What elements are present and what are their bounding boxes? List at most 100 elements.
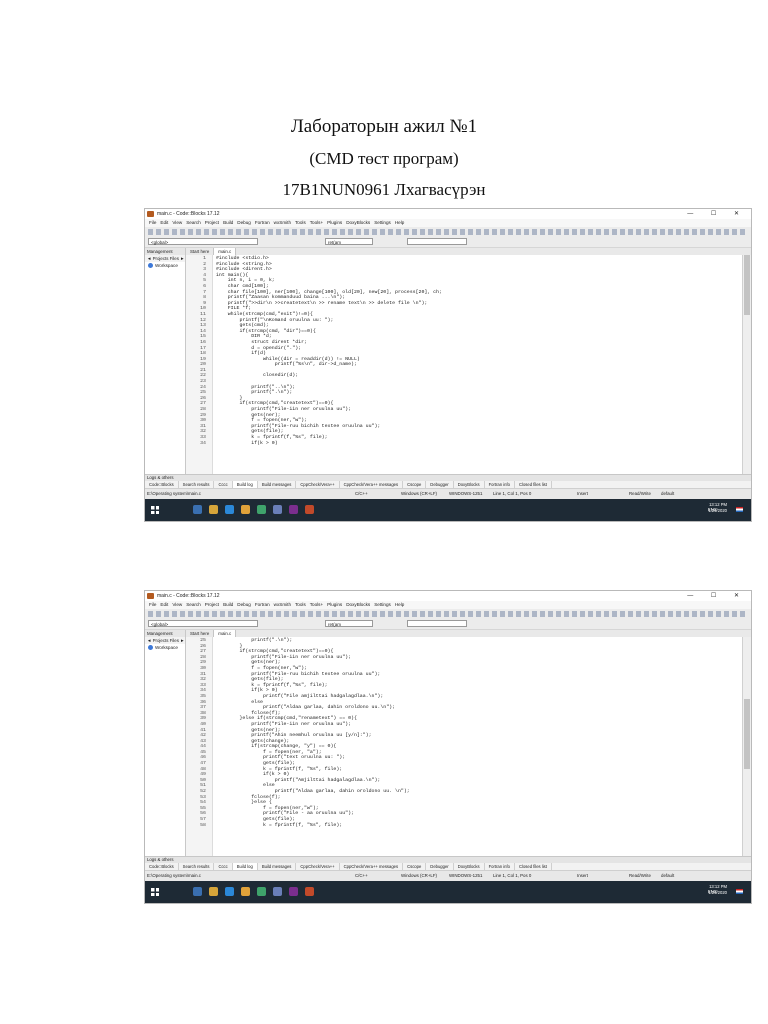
status-position: Line 1, Col 1, Pos 0 <box>493 491 532 496</box>
menu-item[interactable]: DoxyBlocks <box>346 601 370 609</box>
menu-item[interactable]: Plugins <box>327 219 342 227</box>
search-combo[interactable]: ret(am <box>325 238 373 245</box>
taskbar-app-icon[interactable] <box>273 887 282 896</box>
flag-icon <box>736 889 743 894</box>
taskbar-app-icon[interactable] <box>193 505 202 514</box>
menu-item[interactable]: Plugins <box>327 601 342 609</box>
taskbar-app-icon[interactable] <box>305 887 314 896</box>
toolbar-icons[interactable] <box>148 611 748 617</box>
status-position: Line 1, Col 1, Pos 0 <box>493 873 532 878</box>
logs-panel: Logs & others Code::Blocks Search results… <box>145 856 751 871</box>
menu-item[interactable]: DoxyBlocks <box>346 219 370 227</box>
taskbar-app-icon[interactable] <box>225 887 234 896</box>
editor-tab[interactable]: main.c <box>214 248 237 255</box>
status-profile: default <box>661 491 675 496</box>
menu-item[interactable]: View <box>172 601 182 609</box>
editor-tabs: Start here main.c <box>186 630 751 637</box>
document-author: 17B1NUN0961 Лхагвасүрэн <box>282 180 486 199</box>
taskbar-app-icon[interactable] <box>209 887 218 896</box>
taskbar-app-icon[interactable] <box>241 887 250 896</box>
window-controls[interactable]: — ☐ ✕ <box>687 592 747 599</box>
windows-taskbar: ENG 13:12 PM 1/24/2020 <box>145 881 751 903</box>
menu-item[interactable]: Tools <box>295 219 306 227</box>
find-combo[interactable] <box>407 238 467 245</box>
windows-start-icon[interactable] <box>151 888 159 896</box>
menu-item[interactable]: Edit <box>160 219 168 227</box>
scrollbar-thumb[interactable] <box>744 699 750 769</box>
taskbar-app-icon[interactable] <box>225 505 234 514</box>
menu-item[interactable]: View <box>172 219 182 227</box>
taskbar-app-icon[interactable] <box>305 505 314 514</box>
taskbar-app-icon[interactable] <box>241 505 250 514</box>
status-mode: Insert <box>577 873 588 878</box>
menu-item[interactable]: Edit <box>160 601 168 609</box>
line-text: if(k > 0) <box>216 440 278 446</box>
menu-item[interactable]: File <box>149 601 156 609</box>
management-tabs[interactable]: ◄ Projects Files ► <box>145 255 185 262</box>
taskbar-clock[interactable]: 13:12 PM 1/24/2020 <box>708 884 727 896</box>
menu-item[interactable]: Build <box>223 219 233 227</box>
taskbar-app-icon[interactable] <box>289 887 298 896</box>
taskbar-app-icon[interactable] <box>193 887 202 896</box>
status-access: Read/Write <box>629 873 651 878</box>
menu-item[interactable]: Tools+ <box>310 219 323 227</box>
editor-tab[interactable]: Start here <box>186 248 215 255</box>
taskbar-app-icon[interactable] <box>273 505 282 514</box>
windows-taskbar: ENG 13:12 PM 1/24/2020 <box>145 499 751 521</box>
toolbar-icons[interactable] <box>148 229 748 235</box>
editor-tab[interactable]: main.c <box>214 630 237 637</box>
menu-item[interactable]: Fortran <box>255 219 270 227</box>
scope-combo[interactable]: <global> <box>148 238 258 245</box>
status-lang: C/C++ <box>355 873 368 878</box>
taskbar-app-icon[interactable] <box>289 505 298 514</box>
scrollbar-thumb[interactable] <box>744 255 750 315</box>
menu-item[interactable]: wxSmith <box>274 219 291 227</box>
menu-item[interactable]: Debug <box>237 219 251 227</box>
menu-item[interactable]: Project <box>205 601 219 609</box>
menu-item[interactable]: Fortran <box>255 601 270 609</box>
menu-item[interactable]: Search <box>186 601 201 609</box>
taskbar-clock[interactable]: 13:12 PM 1/24/2020 <box>708 502 727 514</box>
window-controls[interactable]: — ☐ ✕ <box>687 210 747 217</box>
window-titlebar: main.c - Code::Blocks 17.12 — ☐ ✕ <box>145 209 751 219</box>
menu-item[interactable]: Tools+ <box>310 601 323 609</box>
taskbar-app-icon[interactable] <box>209 505 218 514</box>
windows-start-icon[interactable] <box>151 506 159 514</box>
status-lang: C/C++ <box>355 491 368 496</box>
find-combo[interactable] <box>407 620 467 627</box>
workspace-item[interactable]: Workspace <box>145 644 185 652</box>
scope-combo[interactable]: <global> <box>148 620 258 627</box>
status-profile: default <box>661 873 675 878</box>
code-editor[interactable]: 1 #include <stdio.h> 2 #include <string.h> 3… <box>186 255 743 475</box>
editor-tab[interactable]: Start here <box>186 630 215 637</box>
ide-screenshot-2: main.c - Code::Blocks 17.12 — ☐ ✕ File Ed… <box>144 590 752 904</box>
codeblocks-icon <box>147 593 154 599</box>
menu-item[interactable]: Help <box>395 601 404 609</box>
menu-item[interactable]: wxSmith <box>274 601 291 609</box>
editor-scrollbar[interactable] <box>742 255 751 475</box>
workspace-item[interactable]: Workspace <box>145 262 185 270</box>
menu-item[interactable]: Tools <box>295 601 306 609</box>
search-combo[interactable]: ret(am <box>325 620 373 627</box>
management-panel: Management ◄ Projects Files ► Workspace <box>145 248 186 489</box>
menu-item[interactable]: Debug <box>237 601 251 609</box>
management-tabs[interactable]: ◄ Projects Files ► <box>145 637 185 644</box>
menu-item[interactable]: Build <box>223 601 233 609</box>
menu-item[interactable]: Settings <box>374 601 391 609</box>
code-line: 34 if(k > 0) <box>186 441 743 447</box>
menu-item[interactable]: Search <box>186 219 201 227</box>
menu-item[interactable]: File <box>149 219 156 227</box>
management-panel: Management ◄ Projects Files ► Workspace <box>145 630 186 871</box>
editor-scrollbar[interactable] <box>742 637 751 857</box>
document-subtitle: (CMD төст програм) <box>309 149 459 168</box>
taskbar-app-icon[interactable] <box>257 505 266 514</box>
menu-item[interactable]: Project <box>205 219 219 227</box>
menu-item[interactable]: Settings <box>374 219 391 227</box>
taskbar-app-icon[interactable] <box>257 887 266 896</box>
workspace-icon <box>148 645 153 651</box>
code-lines: 1 #include <stdio.h> 2 #include <string.h> 3… <box>186 256 743 446</box>
menu-item[interactable]: Help <box>395 219 404 227</box>
window-title: main.c - Code::Blocks 17.12 <box>157 593 220 599</box>
status-mode: Insert <box>577 491 588 496</box>
code-editor[interactable]: 25 printf(".\n"); 26 } 27 if(strcmp(cmd,"c… <box>186 637 743 857</box>
